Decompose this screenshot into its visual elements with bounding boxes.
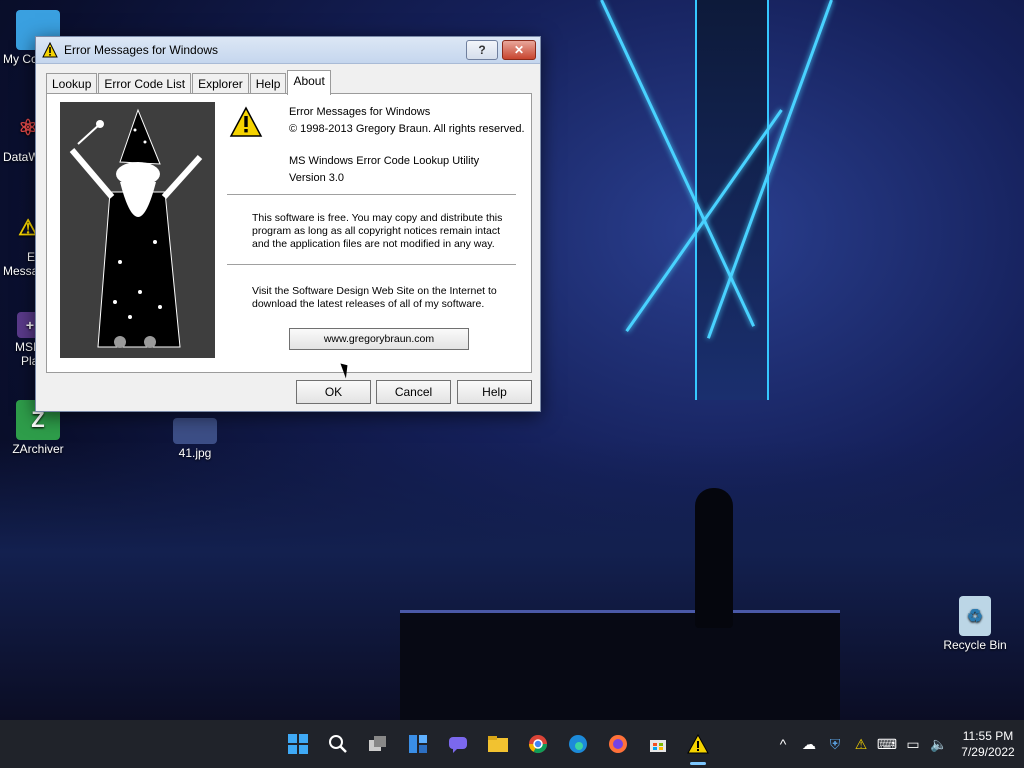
file-explorer-icon[interactable] xyxy=(478,720,518,768)
onedrive-icon[interactable]: ☁ xyxy=(796,736,822,753)
taskbar-apps xyxy=(278,720,718,768)
search-icon[interactable] xyxy=(318,720,358,768)
firefox-icon[interactable] xyxy=(598,720,638,768)
tab-strip: Lookup Error Code List Explorer Help Abo… xyxy=(46,70,332,95)
windows-start-icon[interactable] xyxy=(278,720,318,768)
edge-icon[interactable] xyxy=(558,720,598,768)
separator xyxy=(227,264,516,266)
desktop-icon-label: 41.jpg xyxy=(178,446,212,460)
wallpaper-city xyxy=(0,440,1024,720)
security-shield-icon[interactable]: ⛨ xyxy=(822,736,848,753)
help-button[interactable]: Help xyxy=(457,380,532,404)
warning-app-icon[interactable] xyxy=(678,720,718,768)
context-help-button[interactable]: ? xyxy=(466,40,498,60)
clock-time: 11:55 PM xyxy=(962,729,1014,743)
about-dialog-window: Error Messages for Windows ? ✕ Lookup Er… xyxy=(35,36,541,412)
taskbar: ^ ☁ ⛨ ⚠ ⌨ ▭ 🔈 11:55 PM 7/29/2022 xyxy=(0,720,1024,768)
tab-explorer[interactable]: Explorer xyxy=(192,73,249,95)
desktop-icon-image-file[interactable]: 41.jpg xyxy=(160,418,230,460)
image-file-icon xyxy=(173,418,217,444)
app-name: Error Messages for Windows xyxy=(289,106,431,118)
utility-name: MS Windows Error Code Lookup Utility xyxy=(289,155,480,167)
desktop-icon-label: ZArchiver xyxy=(12,442,64,456)
window-titlebar[interactable]: Error Messages for Windows ? ✕ xyxy=(36,37,540,64)
keyboard-icon[interactable]: ⌨ xyxy=(874,736,900,753)
recycle-bin-icon: ♻ xyxy=(959,596,991,636)
task-view-icon[interactable] xyxy=(358,720,398,768)
version-text: Version 3.0 xyxy=(289,172,345,184)
wallpaper-beam xyxy=(625,109,783,333)
wallpaper-tower xyxy=(695,0,769,400)
website-link-button[interactable]: www.gregorybraun.com xyxy=(289,328,469,350)
clock-date: 7/29/2022 xyxy=(961,745,1015,759)
tab-help[interactable]: Help xyxy=(249,73,287,95)
chevron-up-icon[interactable]: ^ xyxy=(770,736,796,752)
wizard-illustration xyxy=(69,108,203,348)
warning-icon xyxy=(229,106,263,137)
volume-icon[interactable]: 🔈 xyxy=(926,736,952,753)
warning-tray-icon[interactable]: ⚠ xyxy=(848,736,874,753)
copyright-text: © 1998-2013 Gregory Braun. All rights re… xyxy=(289,123,525,135)
cancel-button[interactable]: Cancel xyxy=(376,380,451,404)
chat-icon[interactable] xyxy=(438,720,478,768)
about-panel: Error Messages for Windows © 1998-2013 G… xyxy=(46,93,532,373)
wallpaper-beam xyxy=(706,0,833,339)
warning-icon xyxy=(42,42,58,58)
wizard-image xyxy=(60,102,215,358)
desktop-icon-recycle-bin[interactable]: ♻ Recycle Bin xyxy=(940,596,1010,652)
store-icon[interactable] xyxy=(638,720,678,768)
tab-error-code-list[interactable]: Error Code List xyxy=(98,73,192,95)
separator xyxy=(227,194,516,196)
ok-button[interactable]: OK xyxy=(296,380,371,404)
chrome-icon[interactable] xyxy=(518,720,558,768)
website-text: Visit the Software Design Web Site on th… xyxy=(252,285,497,310)
tab-lookup[interactable]: Lookup xyxy=(46,73,98,95)
desktop-icon-label: Recycle Bin xyxy=(943,638,1007,652)
tab-about[interactable]: About xyxy=(287,70,331,95)
clock[interactable]: 11:55 PM 7/29/2022 xyxy=(952,728,1024,760)
network-icon[interactable]: ▭ xyxy=(900,736,926,753)
wallpaper-figure xyxy=(695,488,733,628)
window-title: Error Messages for Windows xyxy=(64,43,219,57)
system-tray: ^ ☁ ⛨ ⚠ ⌨ ▭ 🔈 11:55 PM 7/29/2022 xyxy=(770,720,1024,768)
wallpaper-platform xyxy=(400,610,840,723)
license-text: This software is free. You may copy and … xyxy=(252,212,503,250)
widgets-icon[interactable] xyxy=(398,720,438,768)
close-button[interactable]: ✕ xyxy=(502,40,536,60)
wallpaper-beam xyxy=(600,0,756,327)
